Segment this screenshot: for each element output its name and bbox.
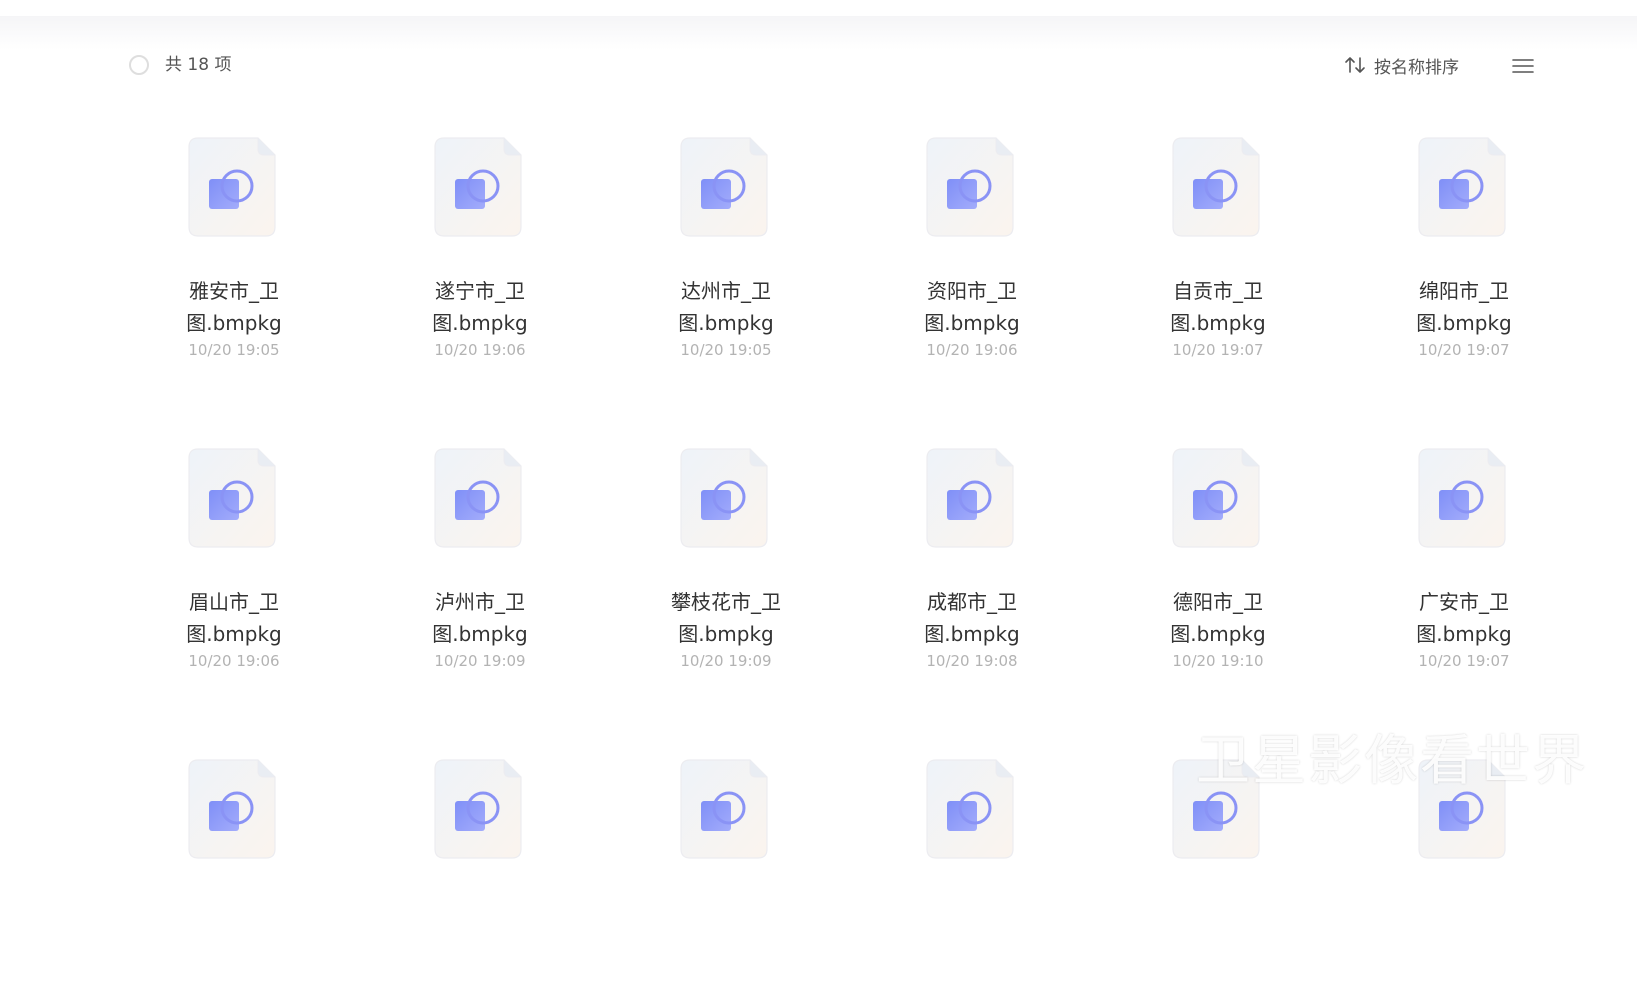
- file-modified-time: 10/20 19:07: [1418, 652, 1510, 670]
- file-name: 攀枝花市_卫 图.bmpkg: [626, 586, 826, 650]
- file-modified-time: 10/20 19:09: [434, 652, 526, 670]
- file-name-line2: 图.bmpkg: [1170, 311, 1266, 335]
- file-item[interactable]: [1118, 759, 1318, 999]
- file-name-line1: 资阳市_卫: [927, 279, 1017, 303]
- file-name-line1: 自贡市_卫: [1173, 279, 1263, 303]
- bmpkg-file-icon: [1418, 448, 1506, 548]
- file-modified-time: 10/20 19:07: [1172, 341, 1264, 359]
- file-name-line1: 泸州市_卫: [435, 590, 525, 614]
- bmpkg-file-icon: [680, 448, 768, 548]
- file-item[interactable]: 绵阳市_卫图.bmpkg 10/20 19:07: [1364, 137, 1564, 377]
- file-name: 资阳市_卫图.bmpkg: [872, 275, 1072, 339]
- file-modified-time: 10/20 19:07: [1418, 341, 1510, 359]
- file-name-line2: 图.bmpkg: [1170, 622, 1266, 646]
- file-name-line1: 成都市_卫: [927, 590, 1017, 614]
- file-item[interactable]: 遂宁市_卫图.bmpkg 10/20 19:06: [380, 137, 580, 377]
- bmpkg-file-icon: [434, 137, 522, 237]
- file-name: 遂宁市_卫图.bmpkg: [380, 275, 580, 339]
- file-name-line2: 图.bmpkg: [924, 622, 1020, 646]
- bmpkg-file-icon: [680, 137, 768, 237]
- file-name-line2: 图.bmpkg: [924, 311, 1020, 335]
- file-name: 成都市_卫图.bmpkg: [872, 586, 1072, 650]
- file-item[interactable]: 达州市_卫图.bmpkg 10/20 19:05: [626, 137, 826, 377]
- bmpkg-file-icon: [926, 137, 1014, 237]
- file-name-line2: 图.bmpkg: [1416, 311, 1512, 335]
- file-name-line1: 广安市_卫: [1419, 590, 1509, 614]
- file-modified-time: 10/20 19:06: [188, 652, 280, 670]
- file-item[interactable]: [626, 759, 826, 999]
- bmpkg-file-icon: [434, 448, 522, 548]
- bmpkg-file-icon: [1418, 137, 1506, 237]
- file-name: 泸州市_卫图.bmpkg: [380, 586, 580, 650]
- file-name-line2: 图.bmpkg: [678, 622, 774, 646]
- file-item[interactable]: [1364, 759, 1564, 999]
- watermark-text: 卫星影像看世界: [1196, 729, 1588, 792]
- file-modified-time: 10/20 19:06: [926, 341, 1018, 359]
- file-item[interactable]: 资阳市_卫图.bmpkg 10/20 19:06: [872, 137, 1072, 377]
- file-name-line1: 德阳市_卫: [1173, 590, 1263, 614]
- bmpkg-file-icon: [680, 759, 768, 859]
- file-item[interactable]: 攀枝花市_卫 图.bmpkg 10/20 19:09: [626, 448, 826, 688]
- file-item[interactable]: 广安市_卫图.bmpkg 10/20 19:07: [1364, 448, 1564, 688]
- bmpkg-file-icon: [434, 759, 522, 859]
- file-item[interactable]: 眉山市_卫图.bmpkg 10/20 19:06: [134, 448, 334, 688]
- file-item[interactable]: [380, 759, 580, 999]
- file-name-line2: 图.bmpkg: [432, 311, 528, 335]
- file-name-line2: 图.bmpkg: [678, 311, 774, 335]
- file-item[interactable]: [872, 759, 1072, 999]
- file-name: 自贡市_卫图.bmpkg: [1118, 275, 1318, 339]
- bmpkg-file-icon: [926, 448, 1014, 548]
- file-name: 达州市_卫图.bmpkg: [626, 275, 826, 339]
- bmpkg-file-icon: [188, 137, 276, 237]
- file-name-line2: 图.bmpkg: [186, 311, 282, 335]
- file-item[interactable]: 雅安市_卫图.bmpkg 10/20 19:05: [134, 137, 334, 377]
- file-name: 德阳市_卫图.bmpkg: [1118, 586, 1318, 650]
- file-name: 眉山市_卫图.bmpkg: [134, 586, 334, 650]
- file-modified-time: 10/20 19:05: [188, 341, 280, 359]
- file-name-line2: 图.bmpkg: [186, 622, 282, 646]
- file-name: 广安市_卫图.bmpkg: [1364, 586, 1564, 650]
- file-item[interactable]: 德阳市_卫图.bmpkg 10/20 19:10: [1118, 448, 1318, 688]
- file-modified-time: 10/20 19:06: [434, 341, 526, 359]
- bmpkg-file-icon: [926, 759, 1014, 859]
- file-grid: 雅安市_卫图.bmpkg 10/20 19:05 遂宁市_卫图.bmpkg 10/20…: [0, 0, 1637, 859]
- file-item[interactable]: 自贡市_卫图.bmpkg 10/20 19:07: [1118, 137, 1318, 377]
- bmpkg-file-icon: [188, 759, 276, 859]
- file-name-line2: 图.bmpkg: [1416, 622, 1512, 646]
- file-item[interactable]: 成都市_卫图.bmpkg 10/20 19:08: [872, 448, 1072, 688]
- file-name-line1: 雅安市_卫: [189, 279, 279, 303]
- file-name-line1: 绵阳市_卫: [1419, 279, 1509, 303]
- file-modified-time: 10/20 19:10: [1172, 652, 1264, 670]
- file-name: 雅安市_卫图.bmpkg: [134, 275, 334, 339]
- file-name-line1: 攀枝花市_卫: [671, 590, 781, 614]
- file-name-line1: 遂宁市_卫: [435, 279, 525, 303]
- file-name-line1: 达州市_卫: [681, 279, 771, 303]
- file-item[interactable]: 泸州市_卫图.bmpkg 10/20 19:09: [380, 448, 580, 688]
- file-name: 绵阳市_卫图.bmpkg: [1364, 275, 1564, 339]
- file-name-line2: 图.bmpkg: [432, 622, 528, 646]
- file-modified-time: 10/20 19:09: [680, 652, 772, 670]
- file-name-line1: 眉山市_卫: [189, 590, 279, 614]
- file-modified-time: 10/20 19:05: [680, 341, 772, 359]
- file-modified-time: 10/20 19:08: [926, 652, 1018, 670]
- file-item[interactable]: [134, 759, 334, 999]
- bmpkg-file-icon: [1172, 448, 1260, 548]
- bmpkg-file-icon: [1172, 137, 1260, 237]
- bmpkg-file-icon: [188, 448, 276, 548]
